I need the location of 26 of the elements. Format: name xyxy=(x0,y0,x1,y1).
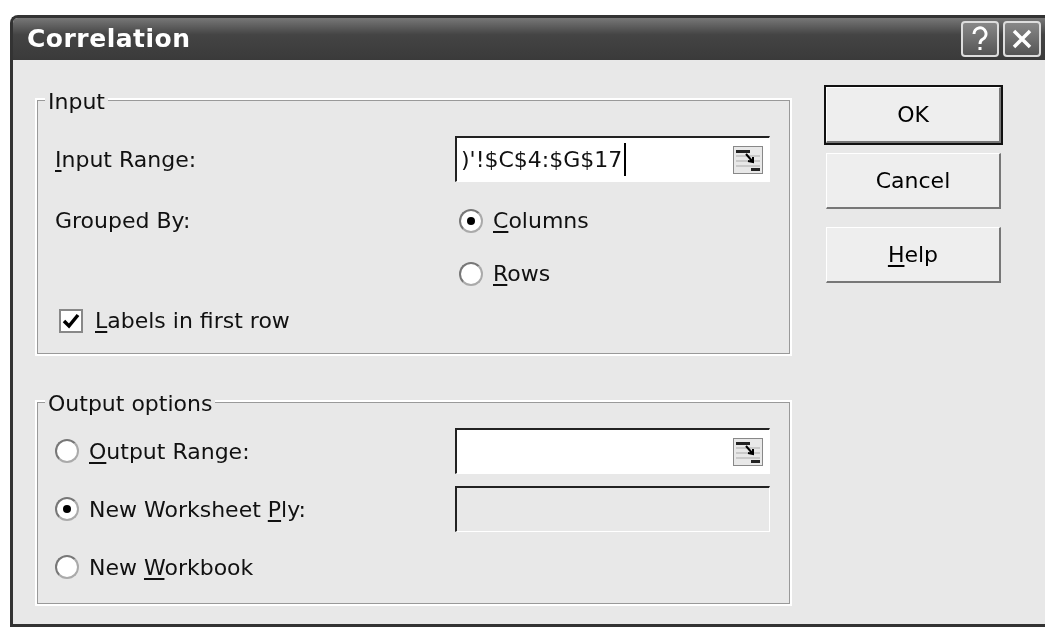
radio-button[interactable] xyxy=(459,261,483,286)
radio-label[interactable]: New Worksheet Ply: xyxy=(89,492,307,526)
field-label: Input Range: xyxy=(55,145,198,174)
radio-label[interactable]: Output Range: xyxy=(89,434,250,468)
dialog-button[interactable]: Help xyxy=(826,227,1001,283)
question-icon xyxy=(971,26,989,52)
checkbox[interactable] xyxy=(59,308,83,333)
field-label: Grouped By: xyxy=(55,207,192,235)
radio-button[interactable] xyxy=(55,497,79,521)
dialog-button[interactable]: Cancel xyxy=(826,153,1001,209)
radio-button[interactable] xyxy=(55,555,79,579)
close-button[interactable] xyxy=(1003,21,1041,57)
dialog-button[interactable]: OK xyxy=(826,87,1001,143)
radio-button[interactable] xyxy=(55,439,79,463)
window-title: Correlation xyxy=(27,23,192,56)
help-button[interactable] xyxy=(961,21,999,57)
range-picker-icon[interactable] xyxy=(733,145,763,174)
close-icon xyxy=(1011,28,1033,50)
radio-button[interactable] xyxy=(459,208,483,233)
radio-label[interactable]: Rows xyxy=(493,257,551,290)
range-picker-icon[interactable] xyxy=(733,437,763,466)
input-range-field[interactable]: )'!$C$4:$G$17 xyxy=(455,136,770,182)
checkbox-label[interactable]: Labels in first row xyxy=(95,304,290,337)
output-field[interactable] xyxy=(455,428,770,474)
radio-label[interactable]: New Workbook xyxy=(89,550,254,584)
radio-label[interactable]: Columns xyxy=(493,204,589,237)
